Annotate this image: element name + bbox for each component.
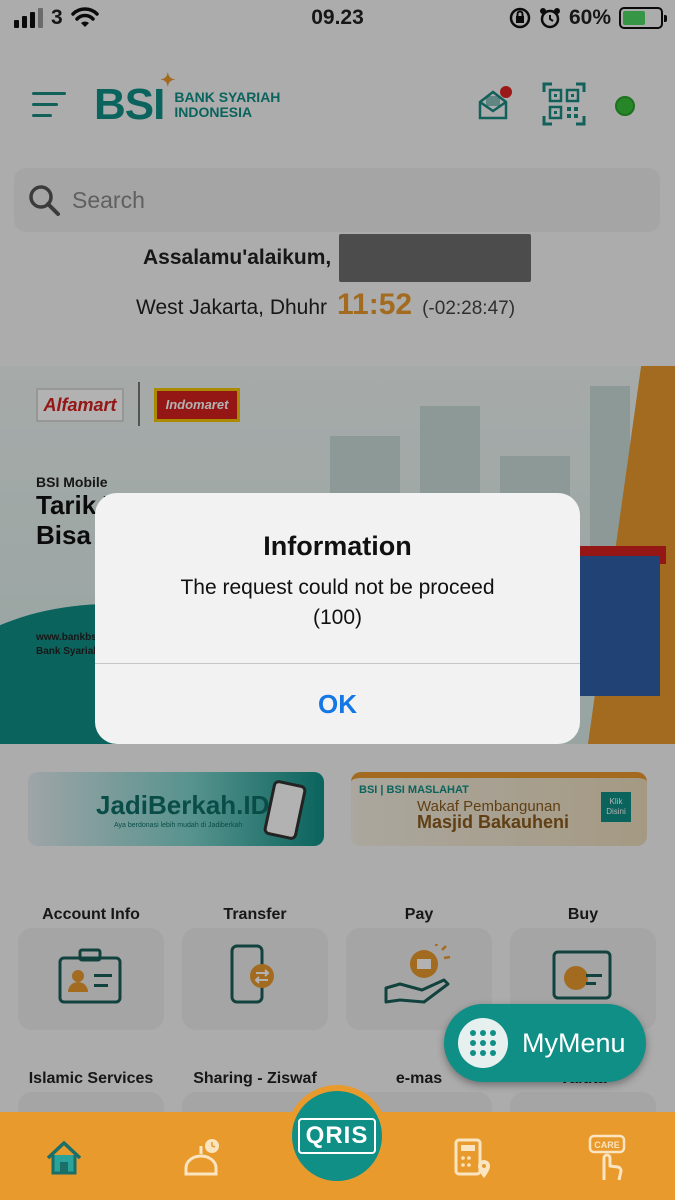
- dialog-message-line-2: (100): [312, 606, 363, 629]
- grid-dots-icon: [458, 1018, 508, 1068]
- nav-calculator-location[interactable]: [440, 1130, 500, 1186]
- ok-button[interactable]: OK: [95, 664, 580, 744]
- care-icon: CARE: [588, 1134, 626, 1181]
- care-label: CARE: [594, 1140, 620, 1150]
- alert-dialog: Information The request could not be pro…: [95, 493, 580, 744]
- dialog-message: The request could not be proceed (100): [125, 573, 550, 633]
- nav-home[interactable]: [34, 1130, 94, 1186]
- mymenu-button[interactable]: MyMenu: [444, 1004, 646, 1082]
- nav-care[interactable]: CARE: [578, 1130, 638, 1186]
- home-icon: [46, 1141, 82, 1175]
- dialog-message-line-1: The request could not be proceed: [180, 576, 495, 599]
- mosque-clock-icon: [184, 1139, 219, 1176]
- qris-button[interactable]: QRIS: [286, 1085, 388, 1187]
- dialog-title: Information: [263, 531, 412, 561]
- calculator-location-icon: [454, 1138, 490, 1178]
- nav-prayer[interactable]: [172, 1130, 232, 1186]
- qris-label: QRIS: [297, 1118, 377, 1154]
- mymenu-label: MyMenu: [522, 1027, 626, 1058]
